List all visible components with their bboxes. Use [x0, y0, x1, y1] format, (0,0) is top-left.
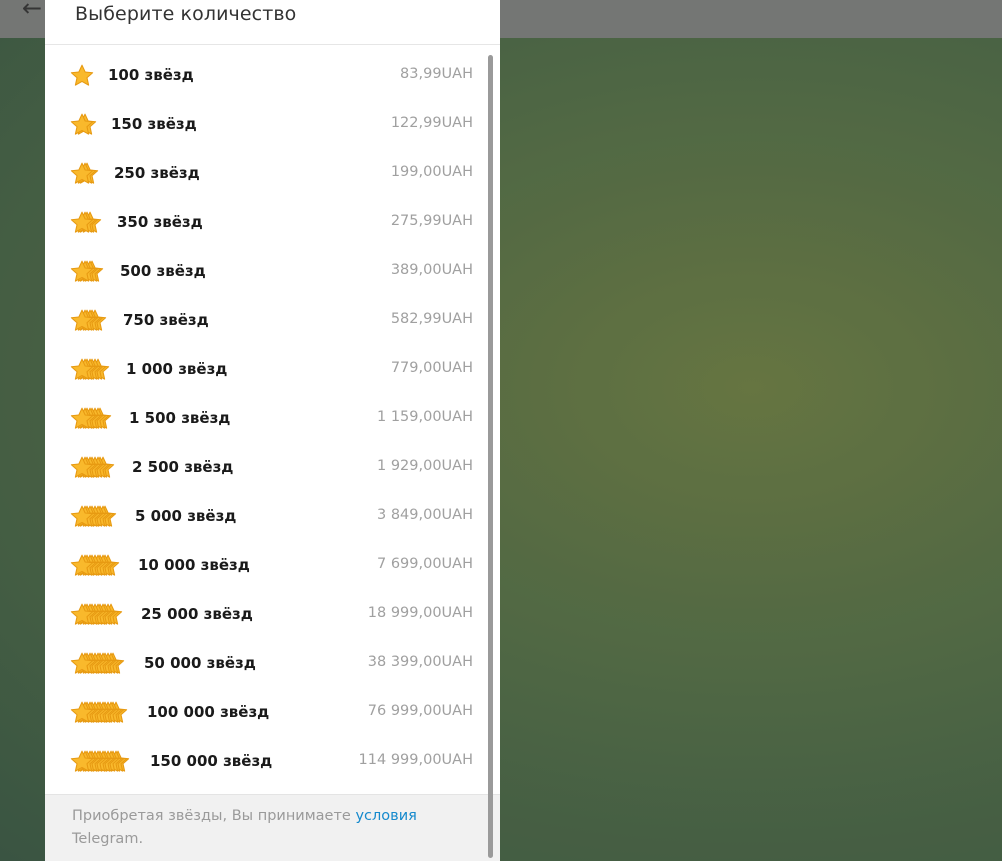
option-label: 5 000 звёзд: [135, 507, 237, 525]
divider: [45, 44, 500, 45]
star-option-7[interactable]: 1 500 звёзд 1 159,00UAH: [45, 394, 485, 443]
star-icon: [70, 260, 94, 282]
option-price: 3 849,00UAH: [376, 507, 473, 523]
star-option-5[interactable]: 750 звёзд 582,99UAH: [45, 296, 485, 345]
scrollbar[interactable]: [488, 55, 493, 858]
terms-footer: Приобретая звёзды, Вы принимаете условия…: [45, 794, 500, 861]
terms-link[interactable]: условия: [355, 808, 416, 824]
star-icon: [70, 701, 94, 723]
option-label: 50 000 звёзд: [144, 654, 256, 672]
option-price: 76 999,00UAH: [367, 703, 473, 719]
option-price: 199,00UAH: [390, 164, 473, 180]
star-icon: [70, 358, 94, 380]
option-price: 1 929,00UAH: [376, 458, 473, 474]
star-option-1[interactable]: 150 звёзд 122,99UAH: [45, 100, 485, 149]
star-icon: [70, 211, 94, 233]
option-price: 83,99UAH: [400, 66, 473, 82]
star-icon: [70, 750, 94, 772]
option-label: 150 000 звёзд: [150, 752, 273, 770]
stars-purchase-dialog: Выберите количество 100 звёзд 83,99UAH 150…: [45, 0, 500, 861]
option-price: 275,99UAH: [390, 213, 473, 229]
option-label: 150 звёзд: [111, 115, 197, 133]
option-price: 7 699,00UAH: [376, 556, 473, 572]
star-icon: [70, 309, 94, 331]
option-label: 1 000 звёзд: [126, 360, 228, 378]
option-price: 779,00UAH: [390, 360, 473, 376]
option-label: 2 500 звёзд: [132, 458, 234, 476]
star-option-9[interactable]: 5 000 звёзд 3 849,00UAH: [45, 492, 485, 541]
star-icon: [70, 64, 94, 86]
star-option-13[interactable]: 100 000 звёзд 76 999,00UAH: [45, 688, 485, 737]
option-label: 100 000 звёзд: [147, 703, 270, 721]
star-option-2[interactable]: 250 звёзд 199,00UAH: [45, 149, 485, 198]
option-label: 100 звёзд: [108, 66, 194, 84]
star-option-3[interactable]: 350 звёзд 275,99UAH: [45, 198, 485, 247]
star-option-6[interactable]: 1 000 звёзд 779,00UAH: [45, 345, 485, 394]
option-price: 38 399,00UAH: [367, 654, 473, 670]
star-icon: [70, 505, 94, 527]
star-option-14[interactable]: 150 000 звёзд 114 999,00UAH: [45, 737, 485, 786]
option-price: 122,99UAH: [390, 115, 473, 131]
option-label: 10 000 звёзд: [138, 556, 250, 574]
star-option-12[interactable]: 50 000 звёзд 38 399,00UAH: [45, 639, 485, 688]
star-option-0[interactable]: 100 звёзд 83,99UAH: [45, 51, 485, 100]
terms-text: Приобретая звёзды, Вы принимаете: [72, 808, 356, 824]
star-option-8[interactable]: 2 500 звёзд 1 929,00UAH: [45, 443, 485, 492]
option-price: 18 999,00UAH: [367, 605, 473, 621]
star-icon: [70, 554, 94, 576]
star-icon: [70, 162, 94, 184]
option-label: 1 500 звёзд: [129, 409, 231, 427]
star-option-4[interactable]: 500 звёзд 389,00UAH: [45, 247, 485, 296]
star-icon: [70, 407, 94, 429]
star-icon: [70, 603, 94, 625]
option-label: 350 звёзд: [117, 213, 203, 231]
option-price: 582,99UAH: [390, 311, 473, 327]
star-option-11[interactable]: 25 000 звёзд 18 999,00UAH: [45, 590, 485, 639]
star-icon: [70, 456, 94, 478]
star-icon: [70, 113, 94, 135]
dialog-title: Выберите количество: [75, 3, 297, 25]
terms-text-2: Telegram.: [72, 831, 144, 847]
option-label: 250 звёзд: [114, 164, 200, 182]
star-icon: [70, 652, 94, 674]
option-price: 389,00UAH: [390, 262, 473, 278]
option-label: 500 звёзд: [120, 262, 206, 280]
option-label: 750 звёзд: [123, 311, 209, 329]
option-label: 25 000 звёзд: [141, 605, 253, 623]
option-price: 114 999,00UAH: [358, 752, 473, 768]
option-price: 1 159,00UAH: [376, 409, 473, 425]
star-option-10[interactable]: 10 000 звёзд 7 699,00UAH: [45, 541, 485, 590]
